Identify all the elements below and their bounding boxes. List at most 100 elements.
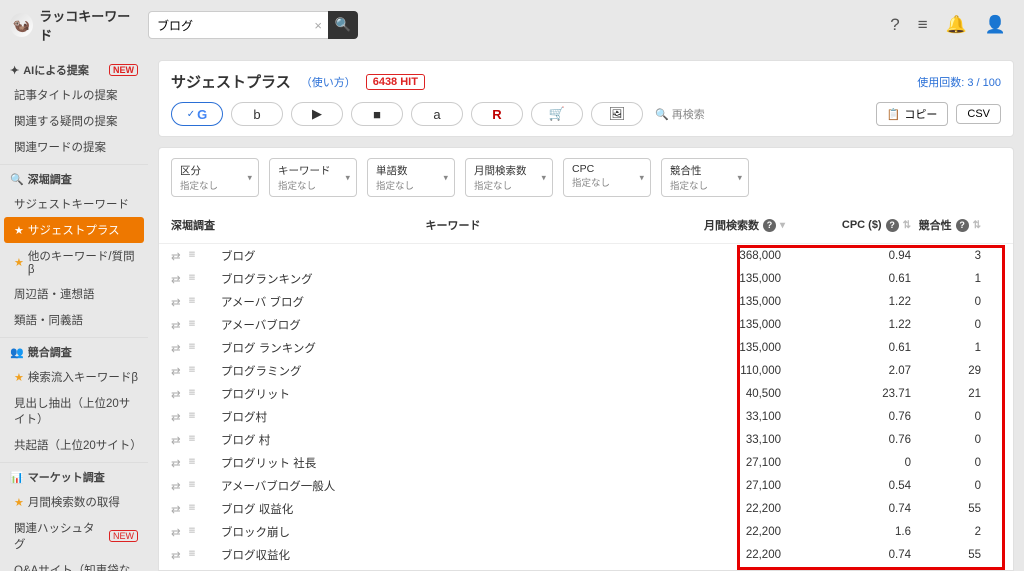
app-logo[interactable]: 🦦 ラッコキーワード — [10, 6, 140, 44]
keyword-cell[interactable]: ブログ ランキング — [221, 340, 685, 356]
copy-button[interactable]: 📋コピー — [876, 102, 949, 126]
source-google[interactable]: G — [171, 102, 223, 126]
expand-icon[interactable]: ⇄ — [171, 433, 181, 447]
sidebar-item[interactable]: Q&Aサイト（知恵袋など） — [0, 557, 148, 571]
menu-icon[interactable]: ≡ — [189, 364, 196, 378]
table-row: ⇄≡アメーバブログ一般人27,1000.540 — [159, 474, 1013, 497]
search-button[interactable]: 🔍 — [328, 11, 358, 39]
sidebar-item[interactable]: 関連する疑問の提案 — [0, 108, 148, 134]
help-icon[interactable]: ? — [956, 219, 969, 232]
sidebar-item[interactable]: 見出し抽出（上位20サイト） — [0, 390, 148, 432]
sidebar-item-label: 共起語（上位20サイト） — [14, 437, 138, 453]
filter-競合性[interactable]: 競合性指定なし — [661, 158, 749, 197]
filter-区分[interactable]: 区分指定なし — [171, 158, 259, 197]
help-icon[interactable]: ? — [890, 15, 899, 35]
expand-icon[interactable]: ⇄ — [171, 341, 181, 355]
clear-icon[interactable]: × — [314, 18, 322, 33]
sidebar-item[interactable]: ★月間検索数の取得 — [0, 489, 148, 515]
menu-icon[interactable]: ≡ — [189, 479, 196, 493]
keyword-cell[interactable]: ブログ — [221, 248, 685, 264]
sidebar-item[interactable]: 類語・同義語 — [0, 307, 148, 333]
csv-button[interactable]: CSV — [956, 104, 1001, 124]
usage-link[interactable]: （使い方） — [301, 74, 356, 90]
filter-月間検索数[interactable]: 月間検索数指定なし — [465, 158, 553, 197]
expand-icon[interactable]: ⇄ — [171, 525, 181, 539]
keyword-cell[interactable]: ブログ村 — [221, 409, 685, 425]
menu-icon[interactable]: ≡ — [189, 433, 196, 447]
menu-icon[interactable]: ≡ — [189, 341, 196, 355]
filter-単語数[interactable]: 単語数指定なし — [367, 158, 455, 197]
sidebar-item[interactable]: 関連ハッシュタグNEW — [0, 515, 148, 557]
menu-icon[interactable]: ≡ — [189, 525, 196, 539]
source-video[interactable]: ■ — [351, 102, 403, 126]
source-rakuten[interactable]: R — [471, 102, 523, 126]
menu-icon[interactable]: ≡ — [189, 318, 196, 332]
source-youtube[interactable]: ▶ — [291, 102, 343, 126]
expand-icon[interactable]: ⇄ — [171, 387, 181, 401]
keyword-cell[interactable]: ブロック崩し — [221, 524, 685, 540]
keyword-cell[interactable]: プログリット 社長 — [221, 455, 685, 471]
volume-cell: 22,200 — [685, 503, 785, 515]
sidebar-item[interactable]: ★サジェストプラス — [4, 217, 144, 243]
expand-icon[interactable]: ⇄ — [171, 364, 181, 378]
menu-icon[interactable]: ≡ — [189, 272, 196, 286]
sidebar-item[interactable]: ★検索流入キーワードβ — [0, 364, 148, 390]
expand-icon[interactable]: ⇄ — [171, 249, 181, 263]
sidebar-item[interactable]: ★他のキーワード/質問β — [0, 243, 148, 281]
keyword-cell[interactable]: プログラミング — [221, 363, 685, 379]
sidebar-item[interactable]: 周辺語・連想語 — [0, 281, 148, 307]
source-amazon[interactable]: a — [411, 102, 463, 126]
filter-キーワード[interactable]: キーワード指定なし — [269, 158, 357, 197]
cpc-cell: 0.54 — [841, 480, 911, 492]
help-icon[interactable]: ? — [886, 219, 899, 232]
sidebar-item[interactable]: 共起語（上位20サイト） — [0, 432, 148, 458]
source-bing[interactable]: b — [231, 102, 283, 126]
menu-icon[interactable]: ≡ — [189, 502, 196, 516]
menu-icon[interactable]: ≡ — [189, 410, 196, 424]
keyword-cell[interactable]: ブログランキング — [221, 271, 685, 287]
menu-icon[interactable]: ≡ — [189, 295, 196, 309]
keyword-cell[interactable]: アメーバブログ一般人 — [221, 478, 685, 494]
col-competition[interactable]: 競合性 ? ⇅ — [911, 217, 981, 233]
menu-icon[interactable]: ≡ — [189, 387, 196, 401]
sidebar-item-label: 他のキーワード/質問β — [28, 248, 138, 276]
source-shopping[interactable]: 🛒 — [531, 102, 583, 126]
expand-icon[interactable]: ⇄ — [171, 479, 181, 493]
expand-icon[interactable]: ⇄ — [171, 295, 181, 309]
keyword-cell[interactable]: ブログ 収益化 — [221, 501, 685, 517]
help-icon[interactable]: ? — [763, 219, 776, 232]
filter-CPC[interactable]: CPC指定なし — [563, 158, 651, 197]
sidebar-item[interactable]: 関連ワードの提案 — [0, 134, 148, 160]
competition-cell: 55 — [911, 549, 981, 561]
keyword-cell[interactable]: ブログ収益化 — [221, 547, 685, 563]
source-image[interactable]: 🖼 — [591, 102, 643, 126]
sidebar-item[interactable]: サジェストキーワード — [0, 191, 148, 217]
col-volume[interactable]: 月間検索数 ? ▾ — [685, 217, 785, 233]
expand-icon[interactable]: ⇄ — [171, 548, 181, 562]
sidebar-item-label: 関連ハッシュタグ — [14, 520, 105, 552]
keyword-cell[interactable]: プログリット — [221, 386, 685, 402]
expand-icon[interactable]: ⇄ — [171, 502, 181, 516]
sidebar-item[interactable]: 記事タイトルの提案 — [0, 82, 148, 108]
menu-icon[interactable]: ≡ — [189, 456, 196, 470]
bell-icon[interactable]: 🔔 — [946, 15, 967, 35]
menu-icon[interactable]: ≡ — [189, 548, 196, 562]
menu-icon[interactable]: ≡ — [918, 15, 928, 35]
expand-icon[interactable]: ⇄ — [171, 272, 181, 286]
menu-icon[interactable]: ≡ — [189, 249, 196, 263]
research-button[interactable]: 🔍再検索 — [655, 106, 705, 122]
user-icon[interactable]: 👤 — [985, 15, 1006, 35]
sidebar-group-title: 👥競合調査 — [0, 337, 148, 364]
col-keyword[interactable]: キーワード — [221, 217, 685, 233]
expand-icon[interactable]: ⇄ — [171, 318, 181, 332]
keyword-cell[interactable]: アメーバブログ — [221, 317, 685, 333]
expand-icon[interactable]: ⇄ — [171, 456, 181, 470]
col-cpc[interactable]: CPC ($) ? ⇅ — [841, 219, 911, 232]
expand-icon[interactable]: ⇄ — [171, 410, 181, 424]
keyword-cell[interactable]: ブログ 村 — [221, 432, 685, 448]
volume-cell: 135,000 — [685, 296, 785, 308]
keyword-cell[interactable]: アメーバ ブログ — [221, 294, 685, 310]
search-input[interactable] — [148, 11, 336, 39]
col-deep[interactable]: 深堀調査 — [171, 217, 221, 233]
table-row: ⇄≡ブログ ランキング135,0000.611 — [159, 336, 1013, 359]
